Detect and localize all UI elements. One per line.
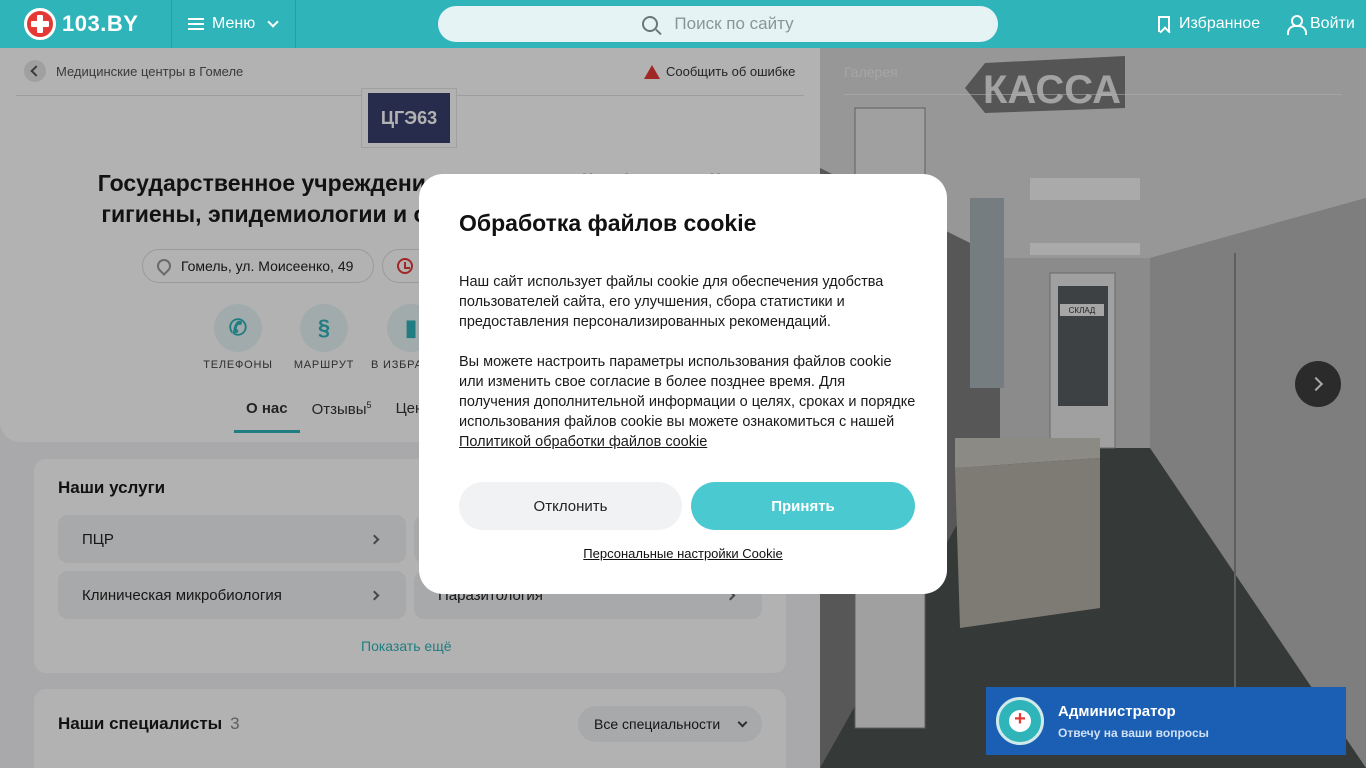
cookie-modal-text: Наш сайт использует файлы cookie для обе… (459, 272, 919, 472)
cookie-paragraph-2-text: Вы можете настроить параметры использова… (459, 354, 916, 430)
admin-chat-widget[interactable]: Администратор Отвечу на ваши вопросы (986, 687, 1346, 755)
personal-cookie-settings-link[interactable]: Персональные настройки Cookie (419, 546, 947, 561)
cookie-modal-title: Обработка файлов cookie (459, 210, 757, 236)
admin-name: Администратор (1058, 702, 1176, 720)
cookie-modal: Обработка файлов cookie Наш сайт использ… (419, 174, 947, 594)
decline-button[interactable]: Отклонить (459, 482, 682, 530)
admin-avatar (996, 697, 1044, 745)
cookie-policy-link[interactable]: Политикой обработки файлов cookie (459, 434, 707, 450)
cookie-paragraph-2: Вы можете настроить параметры использова… (459, 352, 919, 452)
admin-text: Администратор Отвечу на ваши вопросы (1058, 703, 1209, 740)
header-backdrop (0, 0, 1366, 48)
accept-button[interactable]: Принять (691, 482, 915, 530)
admin-subtitle: Отвечу на ваши вопросы (1058, 725, 1209, 740)
cookie-paragraph-1: Наш сайт использует файлы cookie для обе… (459, 274, 884, 330)
